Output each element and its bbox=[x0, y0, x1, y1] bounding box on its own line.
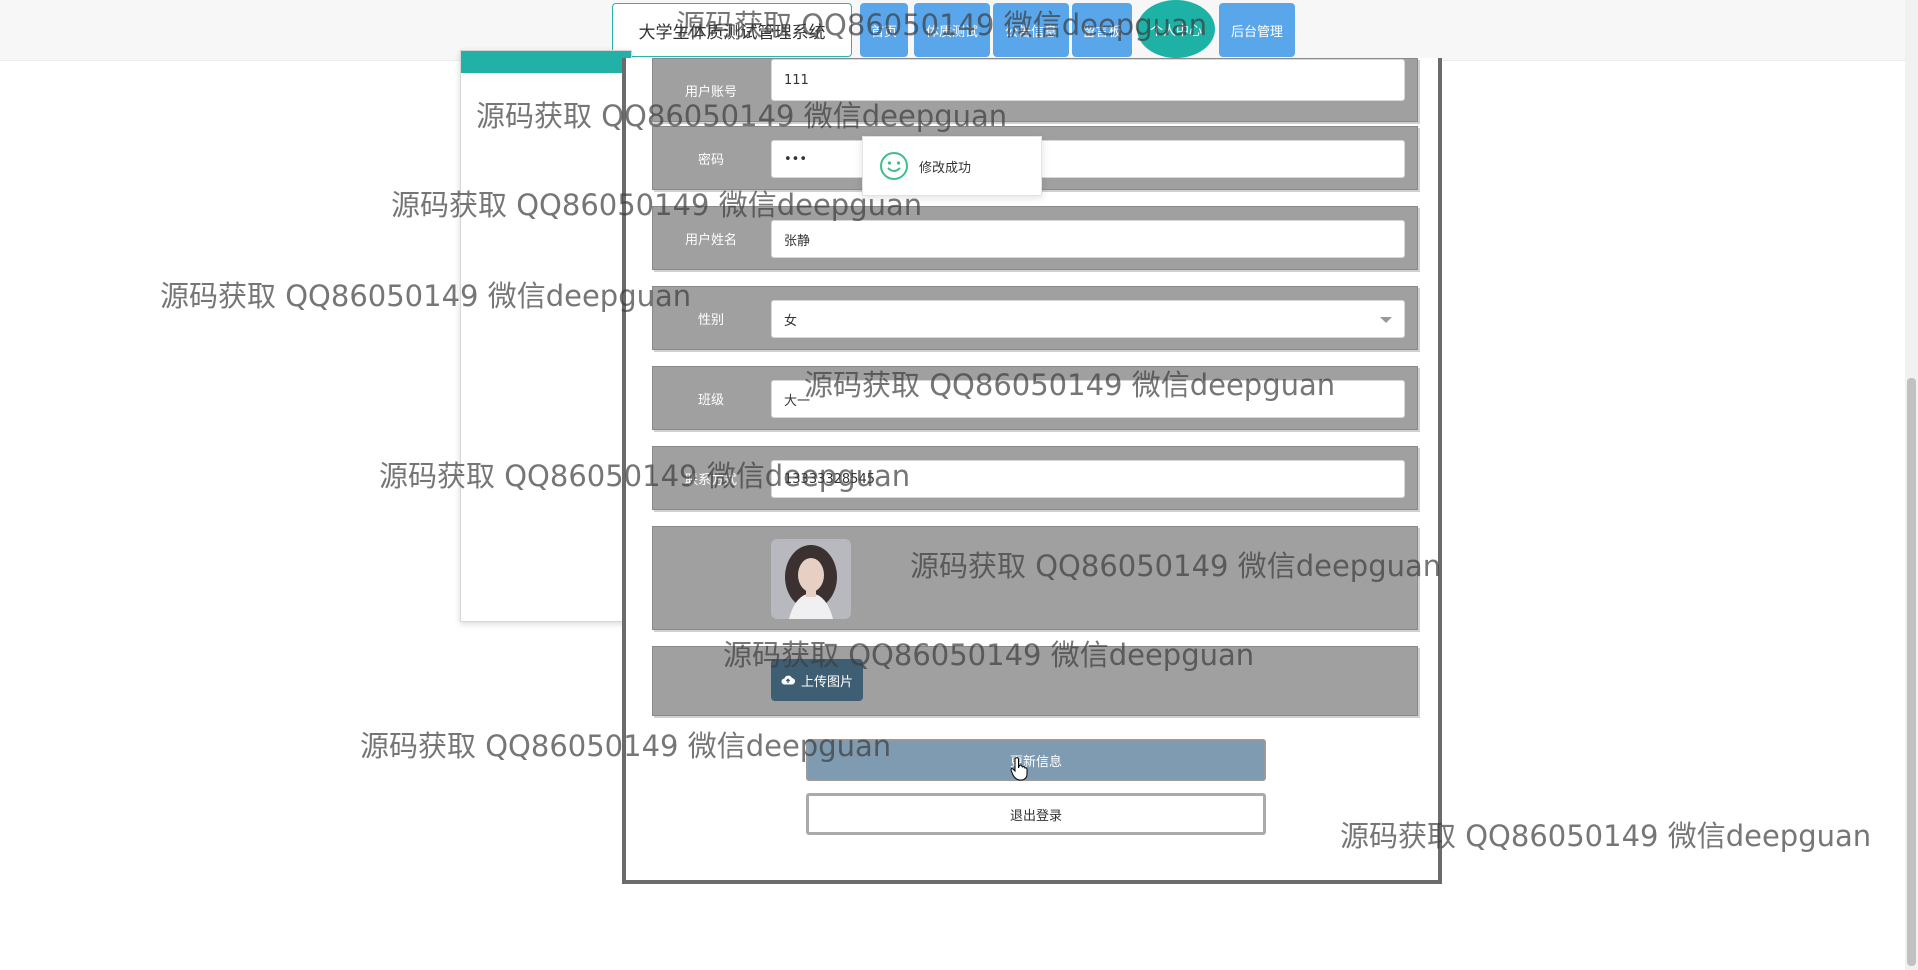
account-input[interactable]: 111 bbox=[771, 59, 1405, 101]
nav-announcements[interactable]: 公告信息 bbox=[993, 3, 1069, 57]
toast-message: 修改成功 bbox=[919, 160, 972, 176]
avatar bbox=[771, 539, 851, 619]
chevron-down-icon bbox=[1380, 317, 1392, 323]
nav-admin[interactable]: 后台管理 bbox=[1219, 3, 1295, 57]
avatar-row bbox=[652, 526, 1418, 630]
name-input[interactable]: 张静 bbox=[771, 220, 1405, 258]
logout-button[interactable]: 退出登录 bbox=[806, 793, 1266, 835]
upload-image-button[interactable]: 上传图片 bbox=[771, 659, 863, 701]
phone-input[interactable]: 13333328545 bbox=[771, 460, 1405, 498]
password-label: 密码 bbox=[697, 152, 724, 168]
nav-personal-center[interactable]: 个人中心 bbox=[1137, 0, 1215, 58]
update-info-button[interactable]: 更新信息 bbox=[806, 739, 1266, 781]
hand-cursor-icon bbox=[1010, 757, 1028, 781]
nav-message-board[interactable]: 留言板 bbox=[1072, 3, 1132, 57]
field-row-class: 班级 大一 bbox=[652, 366, 1418, 430]
upload-row: 上传图片 bbox=[652, 646, 1418, 716]
gender-value: 女 bbox=[784, 313, 798, 329]
class-input[interactable]: 大一 bbox=[771, 380, 1405, 418]
upload-image-label: 上传图片 bbox=[800, 674, 853, 690]
class-label: 班级 bbox=[697, 392, 724, 408]
nav-fitness-test[interactable]: 体质测试 bbox=[914, 3, 990, 57]
field-row-gender: 性别 女 bbox=[652, 286, 1418, 350]
smile-icon bbox=[880, 152, 908, 180]
phone-label: 联系方式 bbox=[684, 472, 737, 488]
success-toast: 修改成功 bbox=[862, 136, 1042, 196]
side-menu-panel bbox=[460, 50, 632, 622]
scrollbar-thumb[interactable] bbox=[1907, 378, 1916, 966]
gender-label: 性别 bbox=[697, 312, 724, 328]
name-label: 用户姓名 bbox=[684, 232, 737, 248]
top-nav-bar: 大学生体质测试管理系统 首页 体质测试 公告信息 留言板 个人中心 后台管理 bbox=[0, 0, 1918, 61]
side-menu-header bbox=[461, 51, 631, 73]
account-label: 用户账号 bbox=[684, 84, 737, 100]
field-row-account: 用户账号 111 bbox=[652, 58, 1418, 122]
field-row-phone: 联系方式 13333328545 bbox=[652, 446, 1418, 510]
site-title: 大学生体质测试管理系统 bbox=[612, 3, 852, 57]
cloud-upload-icon bbox=[781, 675, 795, 685]
gender-select[interactable]: 女 bbox=[771, 300, 1405, 338]
field-row-name: 用户姓名 张静 bbox=[652, 206, 1418, 270]
nav-home[interactable]: 首页 bbox=[860, 3, 908, 57]
